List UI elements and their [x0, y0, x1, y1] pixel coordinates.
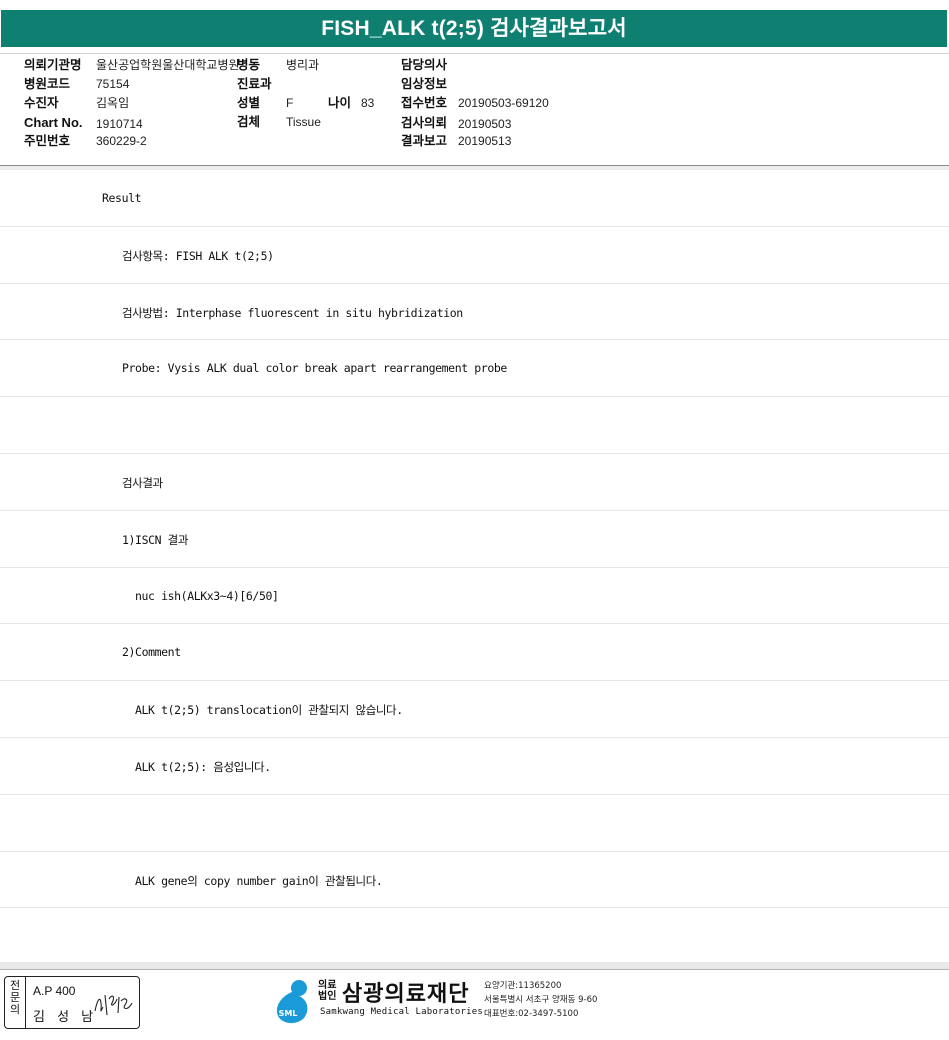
specialist-char: 의	[9, 1003, 21, 1016]
pathologist-name: 김 성 남	[33, 1010, 98, 1025]
organization-english: Samkwang Medical Laboratories	[320, 1007, 483, 1017]
org-prefix: 의료 법인	[318, 980, 337, 1002]
org-phone: 대표번호:02-3497-5100	[484, 1009, 579, 1019]
report-row: nuc ish(ALKx3~4)[6/50]	[0, 568, 949, 625]
organization-name: 삼광의료재단	[342, 982, 470, 1007]
ap-number: A.P 400	[33, 984, 76, 998]
chart-no-label: Chart No.	[24, 115, 83, 130]
report-row: 2)Comment	[0, 624, 949, 682]
report-line: 검사항목: FISH ALK t(2;5)	[122, 248, 274, 263]
request-date-value: 20190503	[458, 117, 512, 131]
report-row: Result	[0, 170, 949, 227]
rrn-value: 360229-2	[96, 134, 147, 148]
report-row: 검사결과	[0, 454, 949, 511]
care-code: 요양기관:11365200	[484, 981, 562, 991]
age-value: 83	[361, 96, 375, 110]
report-row: ALK t(2;5): 음성입니다.	[0, 738, 949, 795]
patient-name: 김옥임	[96, 96, 130, 110]
patient-label: 수진자	[24, 95, 59, 110]
report-row: ALK t(2;5) translocation이 관찰되지 않습니다.	[0, 681, 949, 738]
report-line: ALK t(2;5): 음성입니다.	[135, 759, 271, 774]
report-line: 검사방법: Interphase fluorescent in situ hyb…	[122, 305, 463, 320]
report-row: ALK gene의 copy number gain이 관찰됩니다.	[0, 852, 949, 909]
ward-value: 병리과	[286, 58, 320, 72]
report-row	[0, 397, 949, 454]
specimen-label: 검체	[237, 114, 261, 129]
report-title: FISH_ALK t(2;5) 검사결과보고서	[1, 10, 947, 47]
specialist-vertical-label: 전 문 의	[5, 977, 26, 1028]
dept-label: 진료과	[237, 76, 272, 91]
sex-label: 성별	[237, 95, 261, 110]
specimen-value: Tissue	[286, 115, 321, 129]
sex-value: F	[286, 96, 294, 110]
receipt-number: 20190503-69120	[458, 96, 549, 110]
report-line: ALK t(2;5) translocation이 관찰되지 않습니다.	[135, 703, 403, 718]
report-header: FISH_ALK t(2;5) 검사결과보고서	[0, 0, 949, 54]
report-line: nuc ish(ALKx3~4)[6/50]	[135, 588, 279, 603]
clinical-info-label: 임상정보	[401, 76, 448, 91]
report-line: Result	[102, 191, 142, 205]
report-date-label: 결과보고	[401, 133, 448, 148]
report-line: 검사결과	[122, 475, 163, 490]
report-row: 1)ISCN 결과	[0, 511, 949, 568]
logo-text: SML	[279, 1009, 298, 1018]
report-row: Probe: Vysis ALK dual color break apart …	[0, 340, 949, 398]
report-line: Probe: Vysis ALK dual color break apart …	[122, 361, 507, 376]
hospital-code-label: 병원코드	[24, 76, 71, 91]
report-date-value: 20190513	[458, 134, 512, 148]
rrn-label: 주민번호	[24, 133, 71, 148]
chart-no-value: 1910714	[96, 117, 143, 131]
report-row: 검사방법: Interphase fluorescent in situ hyb…	[0, 284, 949, 341]
doctor-label: 담당의사	[401, 57, 448, 72]
organization-contact: 요양기관:11365200 서울특별시 서초구 양재동 9-60 대표번호:02…	[484, 979, 597, 1021]
institution-value: 울산공업학원울산대학교병원	[96, 58, 240, 72]
request-date-label: 검사의뢰	[401, 115, 448, 130]
hospital-code-value: 75154	[96, 77, 130, 91]
org-address: 서울특별시 서초구 양재동 9-60	[484, 995, 598, 1005]
pathologist-signature-box: 전 문 의 A.P 400 김 성 남	[4, 976, 140, 1029]
ward-label: 병동	[237, 57, 261, 72]
receipt-label: 접수번호	[401, 95, 448, 110]
handwritten-signature	[94, 994, 133, 1016]
age-label: 나이	[328, 95, 352, 110]
patient-info-panel: 의뢰기관명 울산공업학원울산대학교병원 병동 병리과 담당의사 병원코드 751…	[0, 54, 949, 166]
report-line: 2)Comment	[122, 645, 181, 660]
institution-label: 의뢰기관명	[24, 57, 82, 72]
report-row	[0, 795, 949, 852]
report-line: ALK gene의 copy number gain이 관찰됩니다.	[135, 873, 383, 888]
report-row: 검사항목: FISH ALK t(2;5)	[0, 227, 949, 284]
footer-divider	[0, 962, 949, 970]
report-body: Result 검사항목: FISH ALK t(2;5) 검사방법: Inter…	[0, 170, 949, 909]
sml-logo-icon: SML	[276, 980, 308, 1024]
report-line: 1)ISCN 결과	[122, 532, 189, 547]
